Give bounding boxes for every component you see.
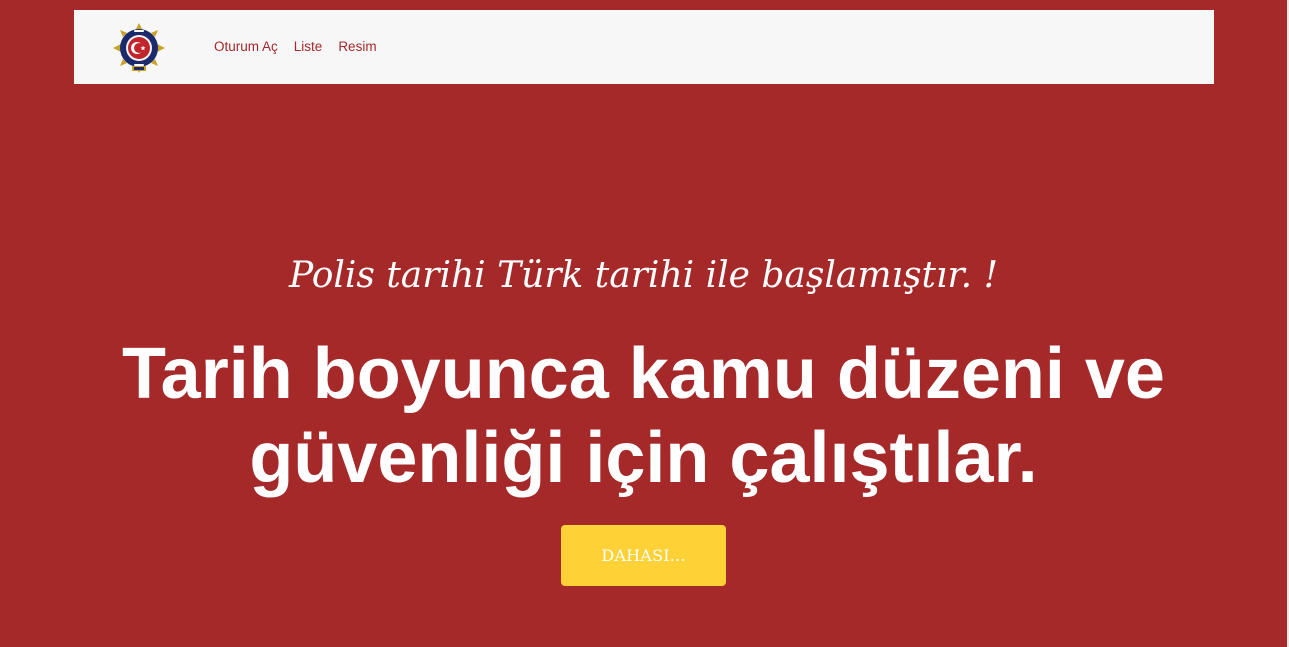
police-emblem-icon xyxy=(113,23,165,73)
nav-link-oturum-ac[interactable]: Oturum Aç xyxy=(214,40,278,54)
nav-link-liste[interactable]: Liste xyxy=(294,40,323,54)
nav-link-resim[interactable]: Resim xyxy=(338,40,376,54)
top-navbar: Oturum Aç Liste Resim xyxy=(74,10,1214,84)
more-button[interactable]: DAHASI... xyxy=(561,525,726,586)
police-emblem-logo-link[interactable] xyxy=(112,22,166,74)
nav-links: Oturum Aç Liste Resim xyxy=(214,10,393,84)
hero-section: Polis tarihi Türk tarihi ile başlamıştır… xyxy=(0,84,1287,647)
hero-subtitle: Polis tarihi Türk tarihi ile başlamıştır… xyxy=(288,255,999,296)
hero-title: Tarih boyunca kamu düzeni ve güvenliği i… xyxy=(122,334,1165,498)
